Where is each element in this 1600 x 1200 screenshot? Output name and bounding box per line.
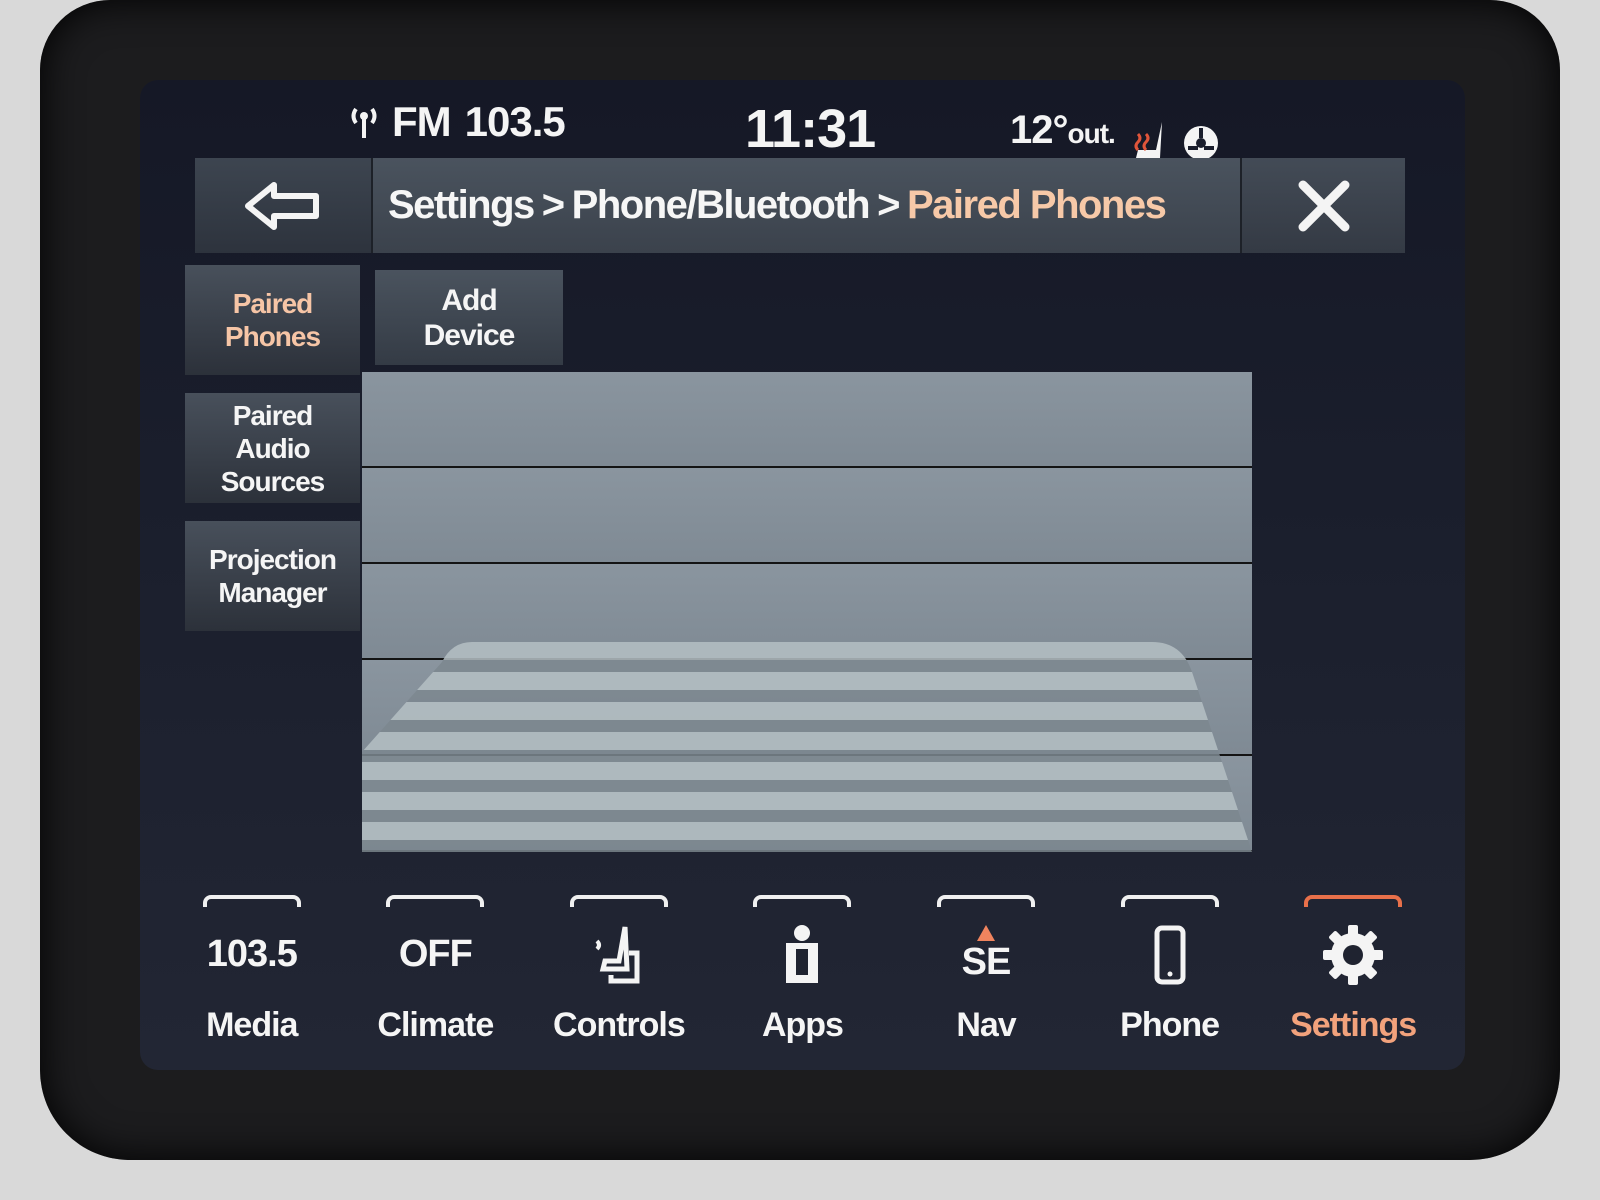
infotainment-screen: FM 103.5 11:31 12° out. Settings > Phone… <box>140 80 1465 1070</box>
side-tabs: Paired Phones Paired Audio Sources Proje… <box>185 265 360 649</box>
gear-icon <box>1321 917 1385 992</box>
tab-paired-phones[interactable]: Paired Phones <box>185 265 360 375</box>
nav-phone[interactable]: Phone <box>1085 885 1255 1070</box>
radio-band: FM <box>392 98 452 145</box>
antenna-icon <box>351 107 377 138</box>
steering-heat-icon[interactable] <box>1180 120 1222 162</box>
close-button[interactable] <box>1240 158 1405 253</box>
climate-status: OFF <box>398 933 473 975</box>
nav-label: Apps <box>761 1006 844 1044</box>
status-bar: FM 103.5 11:31 12° out. <box>140 80 1465 165</box>
compass-direction: SE <box>961 941 1012 983</box>
clock: 11:31 <box>745 99 876 159</box>
nav-label: Phone <box>1120 1006 1220 1044</box>
compass-heading: SE <box>962 917 1011 992</box>
nav-label: Settings <box>1290 1006 1417 1044</box>
paired-device-list <box>362 372 1252 852</box>
nav-label: Controls <box>553 1006 686 1044</box>
list-item[interactable] <box>362 468 1252 564</box>
nav-climate[interactable]: OFF Climate <box>350 885 520 1070</box>
breadcrumb-separator: > <box>541 183 565 227</box>
nav-indicator <box>937 895 1036 907</box>
temperature-suffix: out. <box>1067 118 1116 149</box>
compass-arrow-icon <box>977 925 996 941</box>
tab-paired-audio-sources[interactable]: Paired Audio Sources <box>185 393 360 503</box>
media-frequency: 103.5 <box>206 933 298 975</box>
nav-label: Nav <box>956 1006 1016 1044</box>
list-item[interactable] <box>362 372 1252 468</box>
breadcrumb-settings[interactable]: Settings <box>388 183 535 228</box>
back-arrow-icon <box>245 181 319 230</box>
radio-status[interactable]: FM 103.5 <box>350 98 566 146</box>
nav-indicator <box>1304 895 1403 907</box>
nav-media[interactable]: 103.5 Media <box>167 885 337 1070</box>
breadcrumb-separator: > <box>877 183 900 227</box>
nav-indicator <box>1120 895 1219 907</box>
back-button[interactable] <box>195 158 373 253</box>
radio-frequency: 103.5 <box>464 98 566 145</box>
nav-label: Climate <box>377 1006 494 1044</box>
nav-controls[interactable]: Controls <box>534 885 704 1070</box>
breadcrumb-paired-phones: Paired Phones <box>906 183 1167 227</box>
phone-icon <box>1154 917 1186 992</box>
controls-icon <box>589 917 649 992</box>
nav-apps[interactable]: Apps <box>717 885 887 1070</box>
breadcrumb: Settings > Phone/Bluetooth > Paired Phon… <box>373 158 1240 253</box>
bottom-nav: 103.5 Media OFF Climate Controls Apps SE… <box>140 885 1465 1070</box>
header-bar: Settings > Phone/Bluetooth > Paired Phon… <box>195 158 1405 253</box>
background-stripes <box>362 642 1252 852</box>
nav-indicator <box>202 895 301 907</box>
nav-label: Media <box>206 1006 298 1044</box>
nav-navigation[interactable]: SE Nav <box>901 885 1071 1070</box>
nav-indicator <box>569 895 668 907</box>
nav-indicator <box>753 895 852 907</box>
outside-temperature: 12° out. <box>1010 108 1116 153</box>
add-device-button[interactable]: Add Device <box>375 270 563 365</box>
close-icon <box>1298 180 1349 231</box>
apps-icon <box>782 917 822 992</box>
nav-indicator <box>386 895 485 907</box>
breadcrumb-phone-bluetooth[interactable]: Phone/Bluetooth <box>572 183 871 228</box>
tab-projection-manager[interactable]: Projection Manager <box>185 521 360 631</box>
nav-settings[interactable]: Settings <box>1268 885 1438 1070</box>
temperature-value: 12° <box>1010 108 1068 152</box>
